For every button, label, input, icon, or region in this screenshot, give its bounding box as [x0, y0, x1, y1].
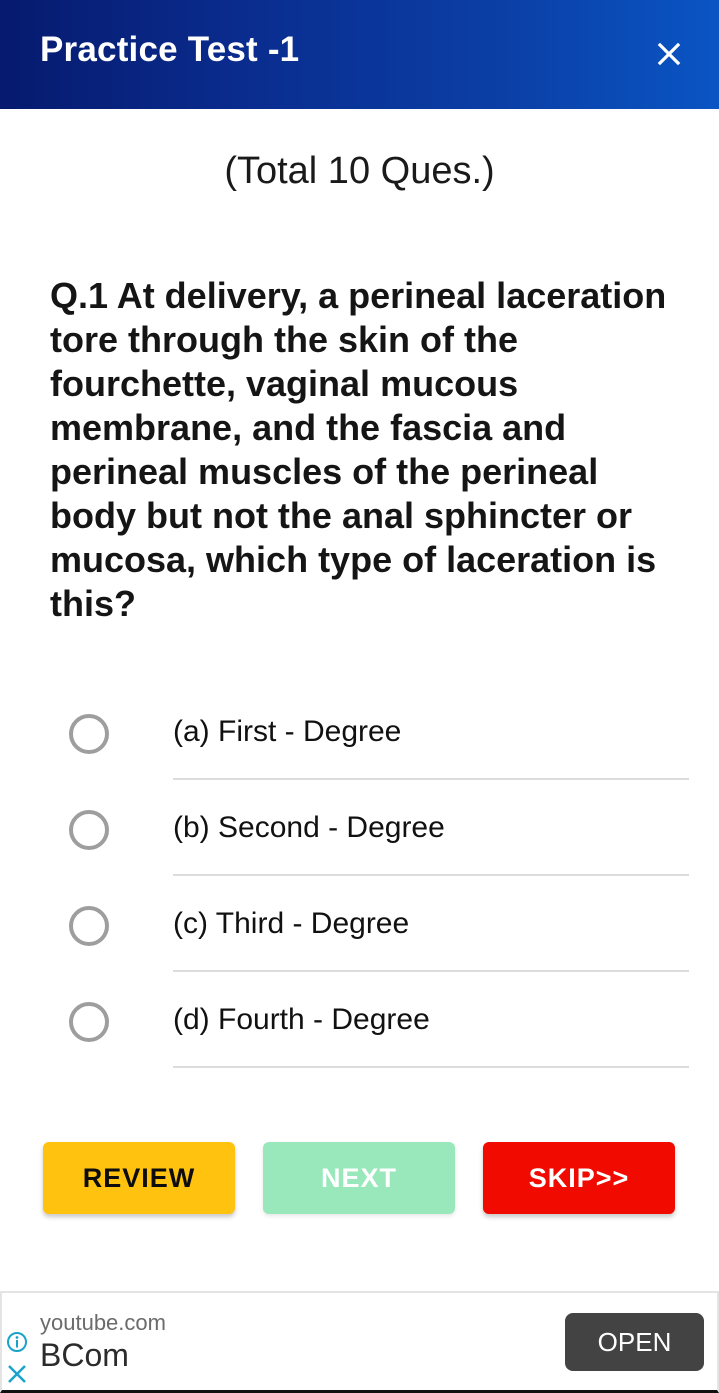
- divider: [173, 1066, 689, 1068]
- close-button[interactable]: [649, 34, 689, 74]
- option-label: (b) Second - Degree: [173, 811, 445, 844]
- option-label: (c) Third - Degree: [173, 907, 410, 940]
- action-buttons: REVIEW NEXT SKIP>>: [43, 1142, 675, 1214]
- radio-button[interactable]: [69, 810, 109, 850]
- ad-domain: youtube.com: [40, 1310, 166, 1335]
- ad-title: BCom: [40, 1337, 129, 1373]
- ad-open-button[interactable]: OPEN: [565, 1313, 704, 1371]
- radio-button[interactable]: [69, 714, 109, 754]
- option-b[interactable]: (b) Second - Degree: [0, 780, 719, 876]
- total-questions-label: (Total 10 Ques.): [224, 150, 495, 192]
- question-text: Q.1 At delivery, a perineal laceration t…: [50, 275, 667, 624]
- close-icon: [657, 42, 681, 66]
- ad-banner[interactable]: youtube.com BCom OPEN: [0, 1291, 719, 1393]
- option-label: (a) First - Degree: [173, 715, 402, 748]
- app-header: Practice Test -1: [0, 0, 719, 109]
- option-d[interactable]: (d) Fourth - Degree: [0, 972, 719, 1068]
- info-icon[interactable]: [6, 1331, 28, 1353]
- review-button[interactable]: REVIEW: [43, 1142, 235, 1214]
- radio-button[interactable]: [69, 906, 109, 946]
- option-label: (d) Fourth - Degree: [173, 1003, 430, 1036]
- options-list: (a) First - Degree (b) Second - Degree (…: [0, 684, 719, 1068]
- close-icon[interactable]: [6, 1363, 28, 1385]
- option-c[interactable]: (c) Third - Degree: [0, 876, 719, 972]
- page-title: Practice Test -1: [40, 30, 300, 69]
- radio-button[interactable]: [69, 1002, 109, 1042]
- next-button[interactable]: NEXT: [263, 1142, 455, 1214]
- option-a[interactable]: (a) First - Degree: [0, 684, 719, 780]
- skip-button[interactable]: SKIP>>: [483, 1142, 675, 1214]
